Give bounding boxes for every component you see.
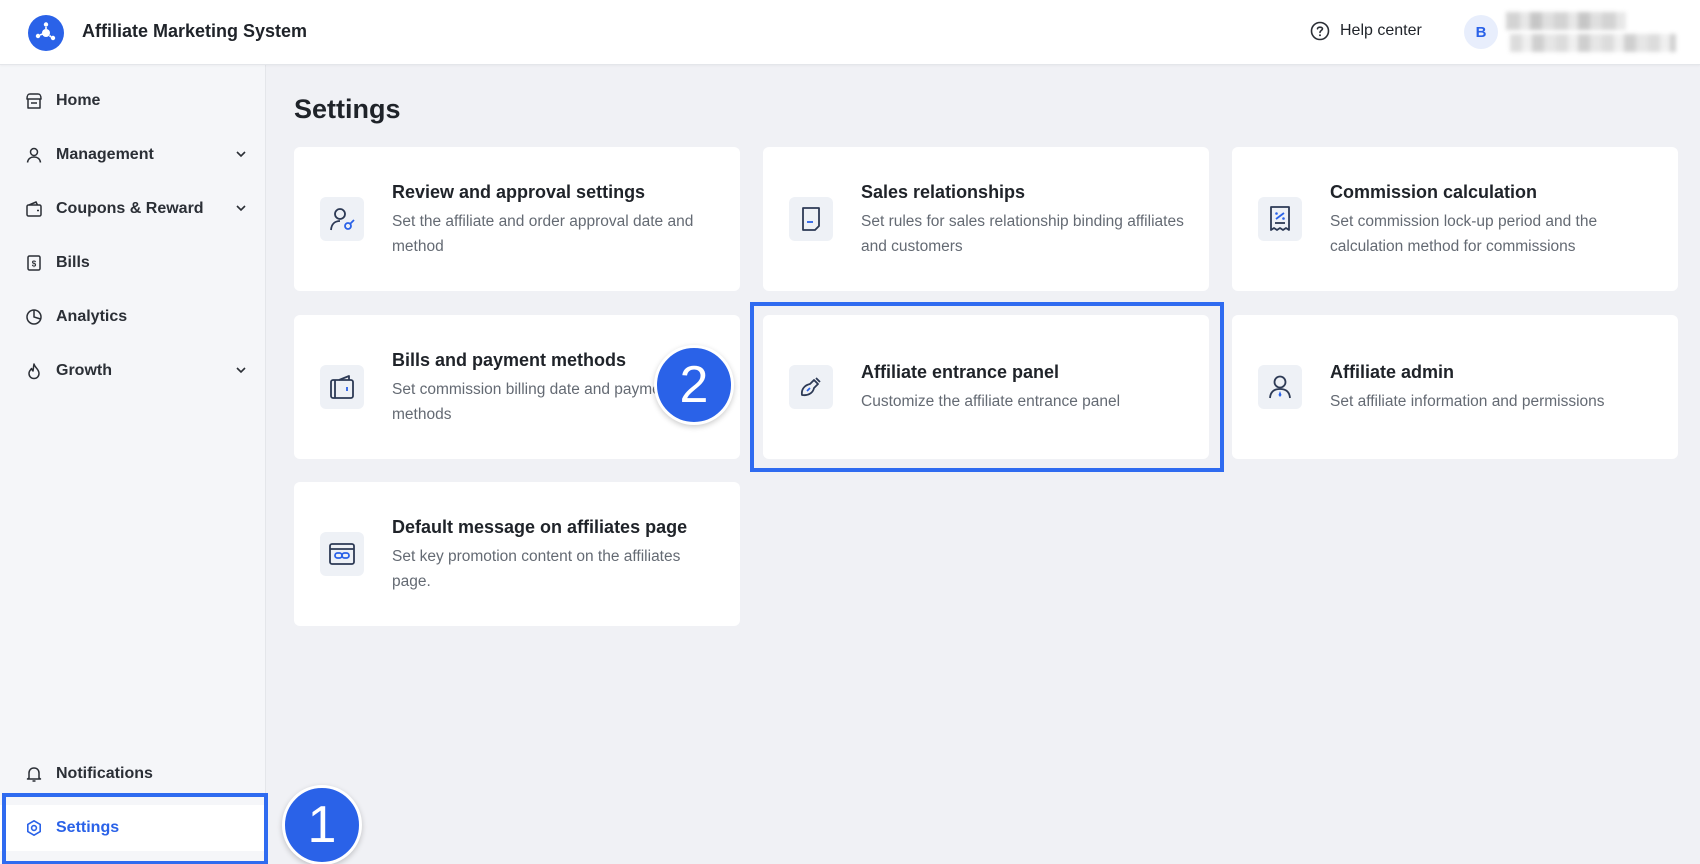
sidebar-item-label: Management [56,146,154,163]
chevron-down-icon [236,151,246,158]
app-logo-icon[interactable] [28,15,64,51]
sidebar-item-coupons-reward[interactable]: Coupons & Reward [0,186,266,232]
help-center-label: Help center [1340,22,1422,39]
card-title: Sales relationships [861,182,1026,202]
card-title: Affiliate admin [1330,362,1455,382]
card-description: Set rules for sales relationship binding… [861,213,1184,255]
document-icon [789,197,833,241]
sidebar-item-label: Growth [56,362,112,379]
card-description: Set key promotion content on the affilia… [392,548,681,590]
sidebar-item-growth[interactable]: Growth [0,348,266,394]
sidebar-item-home[interactable]: Home [0,78,266,124]
card-title: Commission calculation [1330,182,1538,202]
store-icon [24,91,44,111]
brush-icon [789,365,833,409]
affiliate-entrance-panel-card[interactable]: Affiliate entrance panel Customize the a… [763,315,1209,459]
flame-icon [24,361,44,381]
card-title: Affiliate entrance panel [861,362,1060,382]
card-description: Set the affiliate and order approval dat… [392,213,694,255]
sidebar-item-analytics[interactable]: Analytics [0,294,266,340]
user-icon [24,145,44,165]
card-description: Customize the affiliate entrance panel [861,393,1121,410]
card-title: Review and approval settings [392,182,646,202]
receipt-percent-icon [1258,197,1302,241]
sidebar-item-settings[interactable]: Settings [0,805,266,851]
chevron-down-icon [236,205,246,212]
top-header: Affiliate Marketing System Help center B [0,0,1700,65]
sidebar-item-management[interactable]: Management [0,132,266,178]
chevron-down-icon [236,367,246,374]
review-approval-settings-card[interactable]: Review and approval settings Set the aff… [294,147,740,291]
page-title: Settings [294,94,401,124]
bell-icon [24,764,44,784]
step-1-badge: 1 [282,785,362,864]
question-circle-icon [1310,21,1330,41]
card-description: Set commission lock-up period and the ca… [1330,213,1598,255]
affiliate-admin-card[interactable]: Affiliate admin Set affiliate informatio… [1232,315,1678,459]
card-description: Set affiliate information and permission… [1330,393,1605,410]
svg-text:$: $ [32,260,37,269]
admin-user-icon [1258,365,1302,409]
wallet-card-icon [320,365,364,409]
sales-relationships-card[interactable]: Sales relationships Set rules for sales … [763,147,1209,291]
default-message-card[interactable]: Default message on affiliates page Set k… [294,482,740,626]
commission-calculation-card[interactable]: Commission calculation Set commission lo… [1232,147,1678,291]
card-title: Bills and payment methods [392,350,627,370]
user-approval-icon [320,197,364,241]
sidebar-item-label: Analytics [56,308,128,325]
sidebar-item-notifications[interactable]: Notifications [0,751,266,797]
avatar[interactable]: B [1464,15,1498,49]
wallet-icon [24,199,44,219]
bill-icon: $ [24,253,44,273]
sidebar-item-label: Home [56,92,101,109]
sidebar: Home Management Coupons & Reward $ Bills… [0,65,266,864]
sidebar-item-label: Settings [56,819,120,836]
sidebar-item-bills[interactable]: $ Bills [0,240,266,286]
help-center-link[interactable]: Help center [1310,21,1422,41]
step-2-badge: 2 [654,345,734,425]
app-title: Affiliate Marketing System [82,21,308,41]
sidebar-item-label: Notifications [56,765,153,782]
pie-chart-icon [24,307,44,327]
sidebar-item-label: Bills [56,254,90,271]
gear-icon [24,818,44,838]
card-title: Default message on affiliates page [392,517,688,537]
sidebar-item-label: Coupons & Reward [56,200,204,217]
user-name-redacted[interactable] [1506,10,1678,54]
browser-link-icon [320,532,364,576]
